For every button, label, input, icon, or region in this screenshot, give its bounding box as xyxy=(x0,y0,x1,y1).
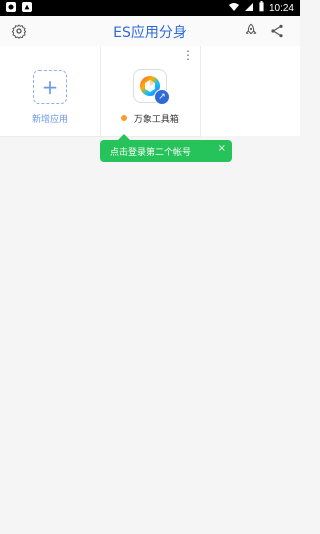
toast-text: 点击登录第二个帐号 xyxy=(110,147,192,158)
status-right-icons: 10:24 xyxy=(228,1,294,15)
share-arrow-icon: ↗ xyxy=(154,89,170,105)
status-bar: 10:24 xyxy=(0,0,300,16)
add-app-tile[interactable]: + 新增应用 xyxy=(0,46,101,137)
wifi-icon xyxy=(228,2,240,15)
share-icon[interactable] xyxy=(268,22,286,40)
login-hint-toast[interactable]: 点击登录第二个帐号 × xyxy=(100,134,232,162)
app-grid: + 新增应用 ⋮ ↗ 万象工具箱 xyxy=(0,46,300,137)
battery-icon xyxy=(258,1,265,15)
app-notification-icon xyxy=(22,2,32,12)
signal-icon xyxy=(244,2,254,15)
rocket-icon[interactable] xyxy=(242,22,260,40)
app-tile-wanxiang-toolbox[interactable]: ⋮ ↗ 万象工具箱 xyxy=(100,46,201,137)
status-left-icons xyxy=(6,2,32,12)
add-icon: + xyxy=(33,70,67,104)
status-time: 10:24 xyxy=(268,2,294,14)
settings-notification-icon xyxy=(6,2,16,12)
status-dot xyxy=(121,115,128,121)
app-bar: ES应用分身 xyxy=(0,16,300,47)
add-app-label: 新增应用 xyxy=(31,115,68,125)
more-vertical-icon[interactable]: ⋮ xyxy=(182,49,194,61)
close-icon[interactable]: × xyxy=(218,143,226,154)
app-label: 万象工具箱 xyxy=(100,112,200,125)
